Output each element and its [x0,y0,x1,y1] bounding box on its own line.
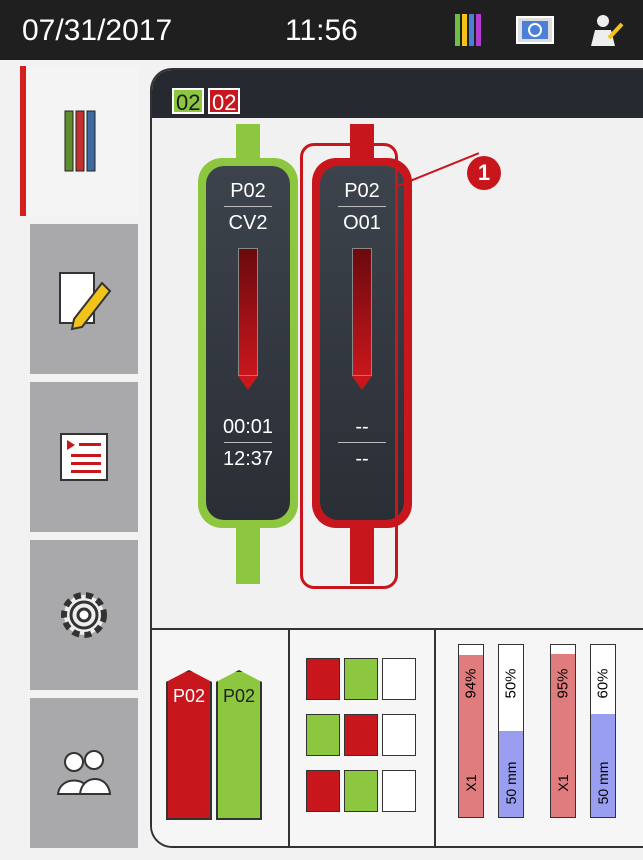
carrier-time-remaining: 00:01 [222,416,274,438]
rack-green[interactable]: P02 [216,670,262,820]
callout-marker: 1 [467,156,501,190]
level-percent: 60% [594,668,612,699]
rack-label: P02 [222,686,256,706]
tab-edit[interactable] [30,224,138,374]
carrier-count-badge: 02 [172,88,205,115]
level-bar: 94% X1 [458,644,484,818]
status-bar: 07/31/2017 11:56 [0,0,643,60]
user-icon[interactable] [585,12,625,48]
reagent-tubes-icon[interactable] [452,12,486,48]
display-icon[interactable] [515,12,555,48]
program-list-icon [60,433,108,481]
rack-red[interactable]: P02 [166,670,212,820]
level-bar: 60% 50 mm [590,644,616,818]
tab-settings[interactable] [30,540,138,690]
level-bar: 50% 50 mm [498,644,524,818]
reagent-tube [238,248,258,376]
station-cell[interactable] [382,770,416,812]
selected-carrier-highlight [300,143,398,589]
station-cell[interactable] [382,658,416,700]
station-cell[interactable] [306,770,340,812]
level-percent: 94% [462,668,480,699]
carrier-program: P02 [230,180,266,202]
station-cell[interactable] [344,714,378,756]
station-cell[interactable] [344,658,378,700]
level-label: X1 [463,774,479,792]
status-time: 11:56 [285,14,358,47]
status-date: 07/31/2017 [22,14,173,47]
station-cell[interactable] [382,714,416,756]
settings-gear-icon [61,592,107,638]
carrier-end-time: 12:37 [222,448,274,470]
slide-carrier[interactable]: P02 CV2 00:01 12:37 [198,124,298,584]
panel-header: 02 02 [152,70,643,118]
slide-carriers-icon [64,110,96,172]
rack-label: P02 [172,686,206,706]
status-area: P02 P02 94% X1 50% 50 mm 95% X1 60% 50 m… [152,628,643,846]
tab-slide-carriers[interactable] [20,66,138,216]
station-cell[interactable] [306,714,340,756]
users-icon [56,750,112,795]
level-label: 50 mm [503,761,519,805]
level-bar: 95% X1 [550,644,576,818]
edit-note-icon [59,272,112,331]
level-percent: 95% [554,668,572,699]
level-percent: 50% [502,668,520,699]
station-cell[interactable] [344,770,378,812]
carrier-step: CV2 [228,212,268,234]
level-label: X1 [555,774,571,792]
tube-tip-icon [238,376,258,390]
station-cell[interactable] [306,658,340,700]
tab-users[interactable] [30,698,138,848]
carrier-count-badge: 02 [208,88,241,115]
tab-program-list[interactable] [30,382,138,532]
level-label: 50 mm [595,761,611,805]
